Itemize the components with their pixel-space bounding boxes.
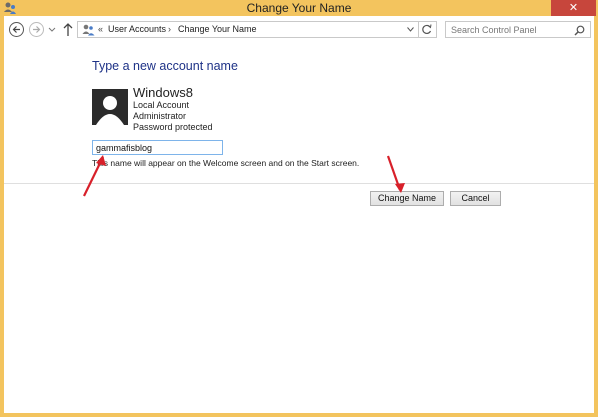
navigation-bar: « User Accounts › Change Your Name (4, 16, 594, 44)
up-arrow-icon[interactable] (62, 22, 74, 37)
account-avatar (92, 89, 128, 125)
close-icon: ✕ (568, 2, 579, 14)
arrow-left-icon (12, 26, 20, 33)
title-bar: Change Your Name ✕ (0, 0, 598, 16)
window-frame-right (594, 16, 598, 417)
content-pane: Type a new account name Windows8 Local A… (4, 44, 594, 413)
user-silhouette-icon (96, 96, 124, 125)
change-name-button[interactable]: Change Name (370, 191, 444, 206)
back-button[interactable] (9, 22, 24, 37)
refresh-icon (422, 24, 432, 35)
close-button[interactable]: ✕ (551, 0, 596, 16)
name-hint-text: This name will appear on the Welcome scr… (92, 158, 360, 168)
refresh-button[interactable] (419, 21, 437, 38)
new-account-name-input[interactable] (92, 140, 223, 155)
breadcrumb-user-accounts[interactable]: User Accounts (108, 22, 166, 37)
search-icon[interactable] (574, 25, 585, 36)
search-input[interactable] (445, 21, 591, 38)
window-frame-bottom (0, 413, 598, 417)
account-type: Local Account (133, 100, 190, 110)
control-panel-icon (82, 24, 95, 36)
account-role: Administrator (133, 111, 187, 121)
account-name: Windows8 (133, 85, 193, 100)
window-title: Change Your Name (246, 1, 352, 15)
page-heading: Type a new account name (92, 59, 238, 73)
breadcrumb-chevron-icon[interactable]: › (168, 22, 171, 37)
content-divider (4, 183, 594, 184)
cancel-button[interactable]: Cancel (450, 191, 501, 206)
address-bar[interactable]: « User Accounts › Change Your Name (77, 21, 419, 38)
recent-locations-chevron-icon[interactable] (48, 24, 56, 34)
breadcrumb-change-your-name[interactable]: Change Your Name (178, 22, 257, 37)
change-name-window: Change Your Name ✕ « User Accounts › Cha… (0, 0, 598, 417)
arrow-right-icon (33, 26, 41, 33)
account-password-status: Password protected (133, 122, 213, 132)
breadcrumb-overflow[interactable]: « (98, 22, 103, 37)
address-dropdown-icon[interactable] (407, 27, 414, 32)
forward-button[interactable] (29, 22, 44, 37)
